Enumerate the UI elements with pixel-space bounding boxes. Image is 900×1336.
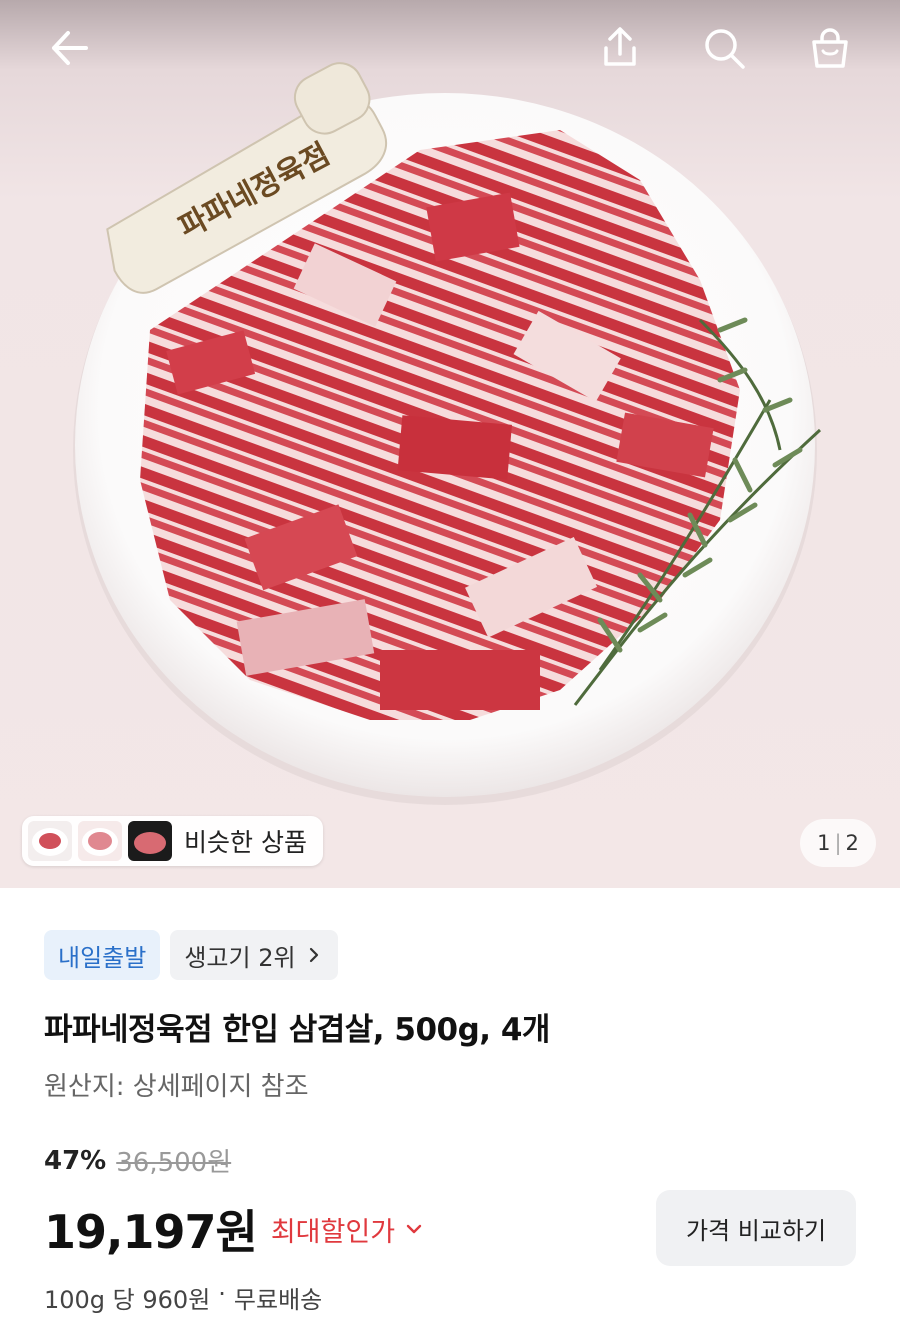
origin-info: 원산지: 상세페이지 참조 (44, 1072, 309, 1102)
badge-row: 내일출발 생고기 2위 (44, 930, 338, 980)
product-photo: 파파네정육점 (73, 62, 822, 805)
product-image-carousel[interactable]: 파파네정육점 비슷한 상품 1 | 2 (0, 0, 900, 888)
product-title: 파파네정육점 한입 삼겹살, 500g, 4개 (44, 1012, 550, 1048)
unit-price: 100g 당 960원 (44, 1286, 211, 1314)
discount-percent: 47% (44, 1145, 107, 1176)
sale-price: 19,197원 (44, 1205, 258, 1259)
unit-price-row: 100g 당 960원 · 무료배송 (44, 1280, 322, 1315)
original-price: 36,500원 (116, 1148, 232, 1178)
counter-separator: | (834, 831, 842, 855)
ranking-label: 생고기 2위 (184, 943, 296, 972)
shipping-info: 무료배송 (233, 1286, 323, 1314)
separator-dot: · (218, 1280, 226, 1308)
similar-thumb-2 (78, 821, 122, 861)
chevron-right-icon (309, 947, 318, 963)
price-compare-button[interactable]: 가격 비교하기 (656, 1190, 856, 1266)
chevron-down-icon (406, 1224, 422, 1234)
ranking-badge[interactable]: 생고기 2위 (170, 930, 338, 980)
back-arrow-icon[interactable] (38, 16, 102, 80)
share-icon[interactable] (588, 16, 652, 80)
max-discount-label: 최대할인가 (270, 1216, 396, 1248)
top-bar (0, 0, 900, 100)
search-icon[interactable] (692, 16, 756, 80)
similar-thumb-1 (28, 821, 72, 861)
image-counter: 1 | 2 (800, 819, 876, 867)
counter-total: 2 (845, 831, 859, 855)
delivery-badge: 내일출발 (44, 930, 161, 980)
similar-products-label: 비슷한 상품 (184, 828, 307, 857)
similar-thumb-3 (128, 821, 172, 861)
similar-products-button[interactable]: 비슷한 상품 (22, 816, 323, 866)
discount-row: 47% 36,500원 (44, 1142, 231, 1179)
price-row: 19,197원 최대할인가 (44, 1196, 425, 1262)
counter-current: 1 (817, 831, 831, 855)
shopping-bag-icon[interactable] (798, 16, 862, 80)
max-discount-toggle[interactable]: 최대할인가 (271, 1210, 425, 1249)
